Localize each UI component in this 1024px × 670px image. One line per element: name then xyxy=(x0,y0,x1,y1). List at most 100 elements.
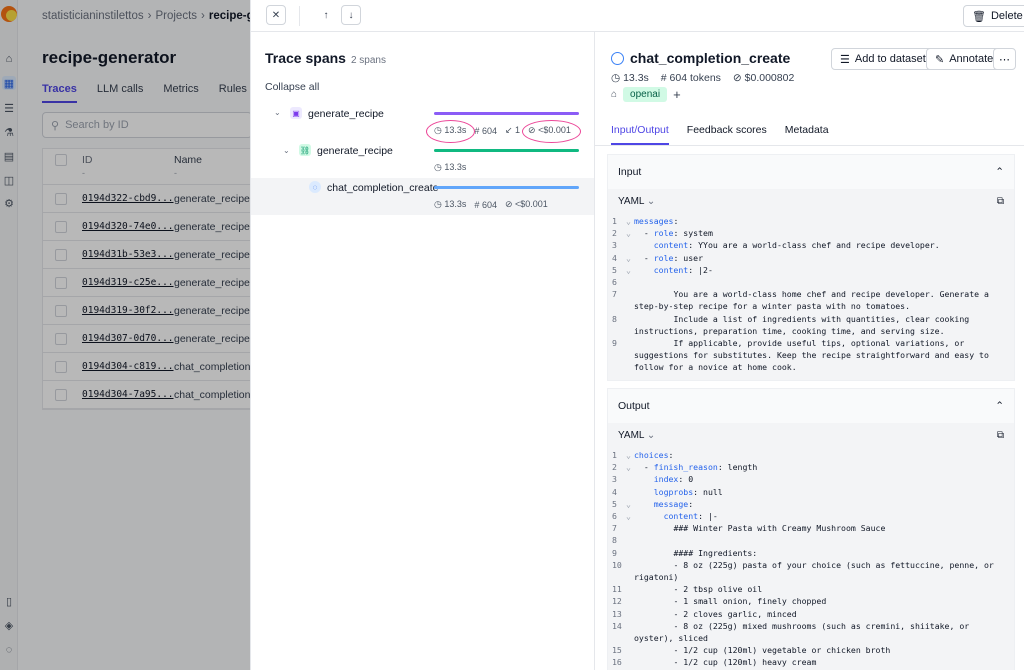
line-number: 9 xyxy=(612,338,617,349)
span-row-generate-recipe-child[interactable]: ⌄ ⛓ generate_recipe ◷ 13.3s xyxy=(251,141,594,178)
toolbar-divider xyxy=(299,6,300,26)
copy-icon[interactable]: ⧉ xyxy=(997,430,1004,441)
coins-icon: ⊘ xyxy=(732,72,742,84)
line-content: If applicable, provide useful tips, opti… xyxy=(634,338,994,373)
line-number: 11 xyxy=(612,584,622,595)
fold-chevron-icon[interactable]: ⌄ xyxy=(626,510,634,522)
code-line: 7 You are a world-class home chef and re… xyxy=(612,288,1008,312)
tab-input-output[interactable]: Input/Output xyxy=(611,124,669,145)
line-content: - 1/2 cup (120ml) heavy cream xyxy=(634,657,817,668)
line-content: You are a world-class home chef and reci… xyxy=(634,289,994,312)
code-line: 9 #### Ingredients: xyxy=(612,547,1008,559)
line-number: 3 xyxy=(612,474,617,485)
pencil-icon: ✎ xyxy=(935,53,945,66)
line-content: logprobs: null xyxy=(653,486,723,497)
chevron-down-icon[interactable]: ⌄ xyxy=(274,108,281,117)
span-duration: ◷ 13.3s xyxy=(434,162,467,172)
chevron-up-icon[interactable]: ⌃ xyxy=(995,166,1004,178)
code-line: 12 - 1 small onion, finely chopped xyxy=(612,595,1008,607)
copy-icon[interactable]: ⧉ xyxy=(997,196,1004,207)
fold-chevron-icon[interactable]: ⌄ xyxy=(626,498,634,510)
hash-icon: # xyxy=(474,199,480,210)
fold-chevron-icon[interactable]: ⌄ xyxy=(626,227,634,239)
trace-icon: ▣ xyxy=(290,107,302,119)
fold-chevron-icon xyxy=(626,547,634,559)
span-duration: ◷ 13.3s xyxy=(434,199,467,209)
code-line: 10 - 8 oz (225g) pasta of your choice (s… xyxy=(612,559,1008,583)
modal-overlay[interactable] xyxy=(0,0,250,670)
chevron-up-icon[interactable]: ⌃ xyxy=(995,400,1004,412)
span-title: chat_completion_create xyxy=(611,50,790,66)
input-section-header[interactable]: Input ⌃ xyxy=(608,155,1014,189)
fold-chevron-icon[interactable]: ⌄ xyxy=(626,252,634,264)
close-icon[interactable]: ✕ xyxy=(266,5,286,25)
format-select[interactable]: YAML ⌄ xyxy=(618,196,655,207)
line-content: - 8 oz (225g) pasta of your choice (such… xyxy=(634,559,999,583)
chevron-down-icon: ⌄ xyxy=(646,429,656,441)
fold-chevron-icon[interactable]: ⌄ xyxy=(626,461,634,473)
code-line: 6 xyxy=(612,276,1008,288)
arrow-up-icon[interactable]: ↑ xyxy=(316,5,336,25)
tab-metadata[interactable]: Metadata xyxy=(785,124,829,145)
line-number: 8 xyxy=(612,313,617,324)
delete-button[interactable]: 🗑 Delete xyxy=(963,5,1024,27)
chevron-down-icon[interactable]: ⌄ xyxy=(283,146,290,155)
arrow-down-icon[interactable]: ↓ xyxy=(341,5,361,25)
code-line: 14 - 8 oz (225g) mixed mushrooms (such a… xyxy=(612,620,1008,644)
trash-icon: 🗑 xyxy=(972,10,986,23)
code-line: 7 ### Winter Pasta with Creamy Mushroom … xyxy=(612,522,1008,534)
span-row-chat-completion-create[interactable]: ◌ chat_completion_create ◷ 13.3s # 604 ⊘… xyxy=(251,178,594,215)
code-line: 6 ⌄ content: |- xyxy=(612,510,1008,522)
tag-openai[interactable]: openai xyxy=(623,87,668,102)
line-content: choices: xyxy=(634,450,674,460)
annotate-button[interactable]: ✎ Annotate xyxy=(926,48,1003,70)
span-meta: ◷ 13.3s xyxy=(434,162,466,173)
trace-spans-title: Trace spans 2 spans xyxy=(265,50,386,66)
database-icon: ☰ xyxy=(840,53,850,66)
fold-chevron-icon[interactable]: ⌄ xyxy=(626,264,634,276)
chat-bubble-icon xyxy=(611,51,624,65)
line-number: 10 xyxy=(612,559,622,570)
fold-chevron-icon[interactable]: ⌄ xyxy=(626,449,634,461)
code-line: 15 - 1/2 cup (120ml) vegetable or chicke… xyxy=(612,644,1008,656)
add-to-dataset-button[interactable]: ☰ Add to dataset xyxy=(831,48,935,70)
fold-chevron-icon xyxy=(626,534,634,546)
trace-drawer: ✕ ↑ ↓ 🗑 Delete Trace spans 2 spans Collaps… xyxy=(250,0,1024,670)
input-code-block[interactable]: 1 ⌄ messages: 2 ⌄ - role: system 3 content: Y… xyxy=(608,213,1014,380)
output-section-header[interactable]: Output ⌃ xyxy=(608,389,1014,423)
chevron-down-icon: ⌄ xyxy=(646,195,656,207)
fold-chevron-icon xyxy=(626,486,634,498)
code-line: 1 ⌄ messages: xyxy=(612,215,1008,227)
line-number: 2 xyxy=(612,228,617,239)
highlight-circle xyxy=(426,120,475,143)
line-number: 15 xyxy=(612,645,622,656)
code-line: 3 index: 0 xyxy=(612,473,1008,485)
code-line: 2 ⌄ - finish_reason: length xyxy=(612,461,1008,473)
output-code-block[interactable]: 1 ⌄ choices: 2 ⌄ - finish_reason: length 3 in… xyxy=(608,447,1014,670)
tag-icon: ⌂ xyxy=(611,89,618,100)
line-number: 2 xyxy=(612,462,617,473)
collapse-all-button[interactable]: Collapse all xyxy=(265,81,319,93)
fold-chevron-icon xyxy=(626,473,634,485)
code-line: 8 xyxy=(612,534,1008,546)
fold-chevron-icon xyxy=(626,559,634,583)
code-line: 5 ⌄ message: xyxy=(612,498,1008,510)
more-options-button[interactable]: ⋯ xyxy=(993,48,1016,70)
fold-chevron-icon[interactable]: ⌄ xyxy=(626,215,634,227)
tab-feedback-scores[interactable]: Feedback scores xyxy=(687,124,767,145)
code-line: 4 ⌄ - role: user xyxy=(612,252,1008,264)
format-select[interactable]: YAML ⌄ xyxy=(618,430,655,441)
line-content: messages: xyxy=(634,216,679,226)
code-line: 3 content: YYou are a world-class chef a… xyxy=(612,239,1008,251)
span-bar xyxy=(434,149,579,152)
line-content: content: YYou are a world-class chef and… xyxy=(653,240,940,251)
line-number: 14 xyxy=(612,620,622,631)
span-name: generate_recipe xyxy=(317,145,393,157)
line-content: - finish_reason: length xyxy=(634,462,758,473)
line-number: 6 xyxy=(612,277,617,288)
line-content: - 1 small onion, finely chopped xyxy=(634,596,827,607)
line-number: 8 xyxy=(612,535,617,546)
line-content: - 8 oz (225g) mixed mushrooms (such as c… xyxy=(634,620,975,644)
add-tag-icon[interactable]: + xyxy=(673,87,681,102)
line-number: 1 xyxy=(612,216,617,226)
